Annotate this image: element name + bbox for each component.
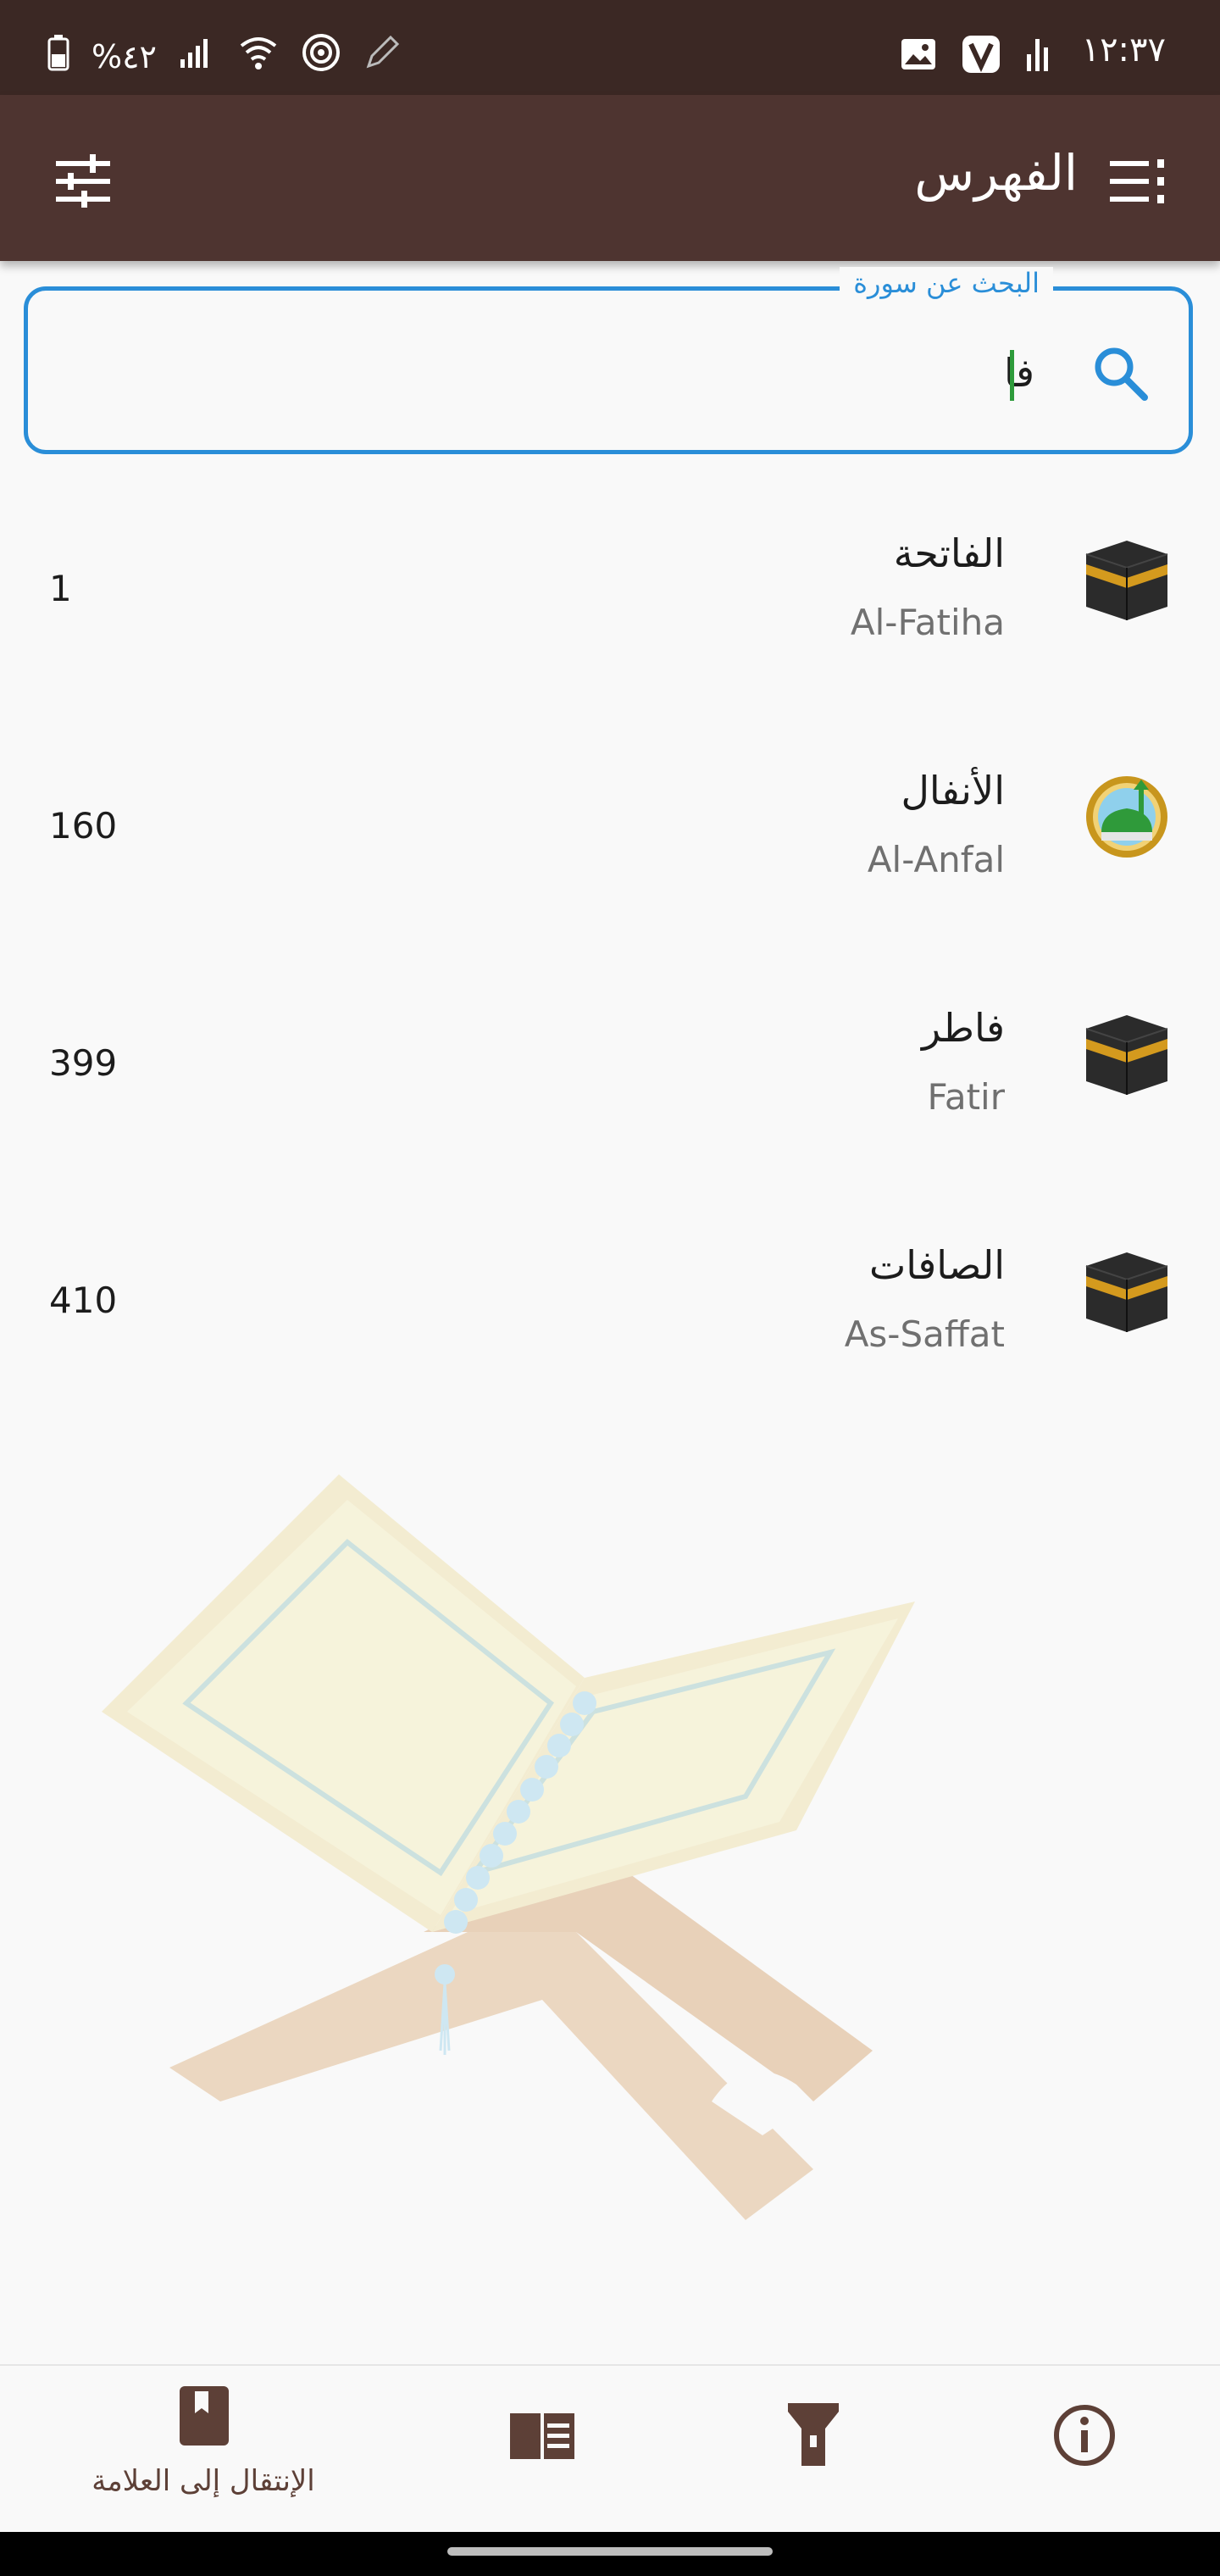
tune-icon[interactable] bbox=[54, 153, 112, 210]
signal-icon bbox=[179, 36, 216, 77]
goto-bookmark-button[interactable]: الإنتقال إلى العلامة bbox=[51, 2366, 356, 2534]
status-bar: %٤٢ ١٢:٣٧ bbox=[0, 0, 1220, 95]
info-icon bbox=[1052, 2403, 1117, 2471]
app-bar: الفهرس bbox=[0, 95, 1220, 261]
quran-stand-illustration bbox=[68, 1457, 949, 2237]
sura-name: الفاتحة bbox=[893, 530, 1005, 576]
reading-button[interactable] bbox=[474, 2366, 610, 2534]
pencil-icon bbox=[363, 34, 401, 79]
kaaba-icon bbox=[1083, 1010, 1171, 1098]
list-item[interactable]: 160 الأنفال Al-Anfal bbox=[0, 720, 1220, 958]
kaaba-icon bbox=[1083, 536, 1171, 624]
search-icon[interactable] bbox=[1090, 343, 1150, 402]
search-input[interactable] bbox=[186, 340, 1036, 406]
kaaba-icon bbox=[1083, 1247, 1171, 1335]
hotspot-icon bbox=[301, 32, 341, 80]
status-time: ١٢:٣٧ bbox=[1081, 31, 1166, 69]
list-item[interactable]: 399 فاطر Fatir bbox=[0, 958, 1220, 1195]
sura-page-number: 410 bbox=[49, 1280, 118, 1321]
flashlight-button[interactable] bbox=[746, 2366, 881, 2534]
sura-name: الأنفال bbox=[901, 768, 1005, 813]
app-v-icon bbox=[961, 34, 1001, 78]
sura-latin-name: Al-Anfal bbox=[867, 839, 1005, 880]
sura-page-number: 160 bbox=[49, 805, 118, 847]
battery-icon bbox=[47, 34, 69, 79]
sura-latin-name: Al-Fatiha bbox=[850, 602, 1005, 643]
signal-bars-icon bbox=[1025, 36, 1051, 76]
image-icon bbox=[900, 37, 937, 75]
status-left-icons: %٤٢ bbox=[47, 32, 401, 80]
home-indicator[interactable] bbox=[447, 2547, 773, 2556]
list-item[interactable]: 1 الفاتحة Al-Fatiha bbox=[0, 483, 1220, 720]
search-label: البحث عن سورة bbox=[840, 267, 1053, 299]
sura-list: 1 الفاتحة Al-Fatiha 160 الأنفال Al-Anfal bbox=[0, 483, 1220, 1432]
sura-search-field[interactable]: البحث عن سورة bbox=[24, 267, 1193, 454]
flashlight-icon bbox=[785, 2400, 842, 2473]
bookmark-icon bbox=[178, 2384, 230, 2451]
list-item[interactable]: 410 الصافات As-Saffat bbox=[0, 1195, 1220, 1432]
wifi-icon bbox=[238, 34, 279, 79]
sura-page-number: 399 bbox=[49, 1042, 118, 1084]
sura-name: فاطر bbox=[922, 1005, 1005, 1051]
book-list-icon bbox=[508, 2410, 576, 2466]
gesture-bar bbox=[0, 2532, 1220, 2576]
bottom-navigation: الإنتقال إلى العلامة bbox=[0, 2364, 1220, 2534]
sura-latin-name: As-Saffat bbox=[844, 1313, 1005, 1355]
mosque-icon bbox=[1083, 773, 1171, 861]
sura-name: الصافات bbox=[868, 1242, 1005, 1288]
info-button[interactable] bbox=[1017, 2366, 1152, 2534]
page-title: الفهرس bbox=[914, 144, 1078, 202]
goto-bookmark-label: الإنتقال إلى العلامة bbox=[92, 2464, 315, 2498]
battery-percentage: %٤٢ bbox=[92, 37, 157, 75]
sura-page-number: 1 bbox=[49, 568, 72, 609]
status-right-icons bbox=[900, 34, 1051, 78]
index-menu-icon[interactable] bbox=[1108, 156, 1169, 207]
text-cursor bbox=[1010, 350, 1014, 401]
sura-latin-name: Fatir bbox=[927, 1076, 1005, 1118]
